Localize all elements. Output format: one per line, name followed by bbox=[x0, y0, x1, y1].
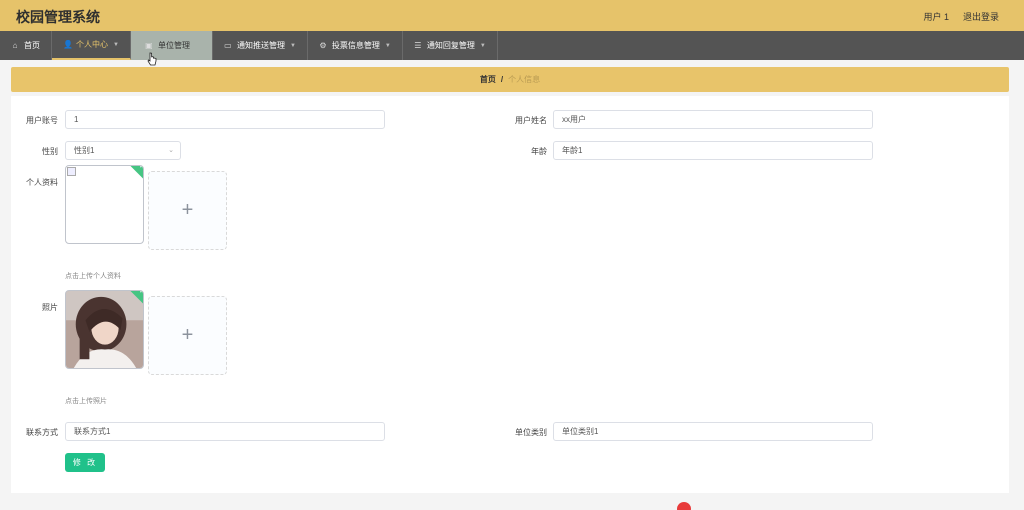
mouse-cursor-icon bbox=[147, 52, 157, 66]
breadcrumb-separator: / bbox=[500, 75, 504, 84]
account-label: 用户账号 bbox=[26, 116, 58, 125]
nav-item-label: 首页 bbox=[24, 41, 40, 50]
nav-item-label: 单位管理 bbox=[157, 41, 190, 50]
home-icon: ⌂ bbox=[12, 40, 18, 50]
photo-thumbnail[interactable] bbox=[65, 290, 144, 369]
user-icon: 👤 bbox=[63, 39, 73, 49]
gender-selected-value: 性别1 bbox=[74, 146, 95, 155]
nav-item-home[interactable]: ⌂ 首页 bbox=[0, 31, 52, 60]
logout-link[interactable]: 退出登录 bbox=[963, 10, 999, 23]
nav-item-label: 通知回复管理 bbox=[426, 41, 475, 50]
chevron-down-icon: ⌄ bbox=[168, 147, 174, 154]
photo-upload-button[interactable]: + bbox=[148, 296, 227, 375]
app-header: 校园管理系统 用户 1 退出登录 bbox=[0, 0, 1024, 31]
app-title: 校园管理系统 bbox=[16, 9, 100, 25]
name-label: 用户姓名 bbox=[515, 116, 547, 125]
unit-type-input[interactable]: 单位类别1 bbox=[553, 422, 873, 441]
account-input[interactable]: 1 bbox=[65, 110, 385, 129]
profile-file-thumbnail[interactable] bbox=[65, 165, 144, 244]
chevron-down-icon: ▼ bbox=[384, 42, 391, 49]
breadcrumb: 首页 / 个人信息 bbox=[11, 67, 1009, 92]
contact-input[interactable]: 联系方式1 bbox=[65, 422, 385, 441]
gear-icon: ⚙ bbox=[319, 40, 327, 50]
gender-label: 性别 bbox=[42, 147, 58, 156]
portrait-photo bbox=[66, 291, 143, 368]
nav-item-label: 投票信息管理 bbox=[331, 41, 380, 50]
monitor-icon: ▣ bbox=[145, 40, 153, 50]
success-check-icon bbox=[128, 166, 143, 181]
update-button[interactable]: 修 改 bbox=[65, 453, 105, 472]
floating-action-dot[interactable] bbox=[677, 502, 691, 510]
plus-icon: + bbox=[181, 324, 194, 346]
broken-image-icon bbox=[67, 167, 76, 176]
list-icon: ☰ bbox=[414, 40, 422, 50]
breadcrumb-home[interactable]: 首页 bbox=[480, 74, 496, 85]
photo-label: 照片 bbox=[42, 303, 58, 312]
monitor-icon: ▭ bbox=[224, 40, 232, 50]
age-input[interactable]: 年龄1 bbox=[553, 141, 873, 160]
plus-icon: + bbox=[181, 199, 194, 221]
contact-label: 联系方式 bbox=[26, 428, 58, 437]
profile-label: 个人资料 bbox=[26, 178, 58, 187]
chevron-down-icon: ▼ bbox=[289, 42, 296, 49]
name-input[interactable]: xx用户 bbox=[553, 110, 873, 129]
nav-item-notice-push[interactable]: ▭ 通知推送管理 ▼ bbox=[213, 31, 308, 60]
nav-item-unit[interactable]: ▣ 单位管理 bbox=[130, 31, 213, 60]
breadcrumb-current: 个人信息 bbox=[508, 75, 541, 84]
nav-item-profile[interactable]: 👤 个人中心 ▼ bbox=[52, 31, 131, 60]
profile-upload-button[interactable]: + bbox=[148, 171, 227, 250]
current-user[interactable]: 用户 1 bbox=[923, 10, 949, 23]
gender-select[interactable]: 性别1 ⌄ bbox=[65, 141, 181, 160]
profile-upload-hint: 点击上传个人资料 bbox=[65, 273, 121, 280]
nav-item-vote[interactable]: ⚙ 投票信息管理 ▼ bbox=[308, 31, 403, 60]
chevron-down-icon: ▼ bbox=[479, 42, 486, 49]
unit-type-label: 单位类别 bbox=[515, 428, 547, 437]
nav-item-notice-reply[interactable]: ☰ 通知回复管理 ▼ bbox=[403, 31, 498, 60]
nav-item-label: 个人中心 bbox=[76, 40, 108, 49]
nav-item-label: 通知推送管理 bbox=[236, 41, 285, 50]
chevron-down-icon: ▼ bbox=[113, 41, 119, 48]
user-area: 用户 1 退出登录 bbox=[923, 10, 999, 23]
age-label: 年龄 bbox=[531, 147, 547, 156]
photo-upload-hint: 点击上传照片 bbox=[65, 398, 107, 405]
